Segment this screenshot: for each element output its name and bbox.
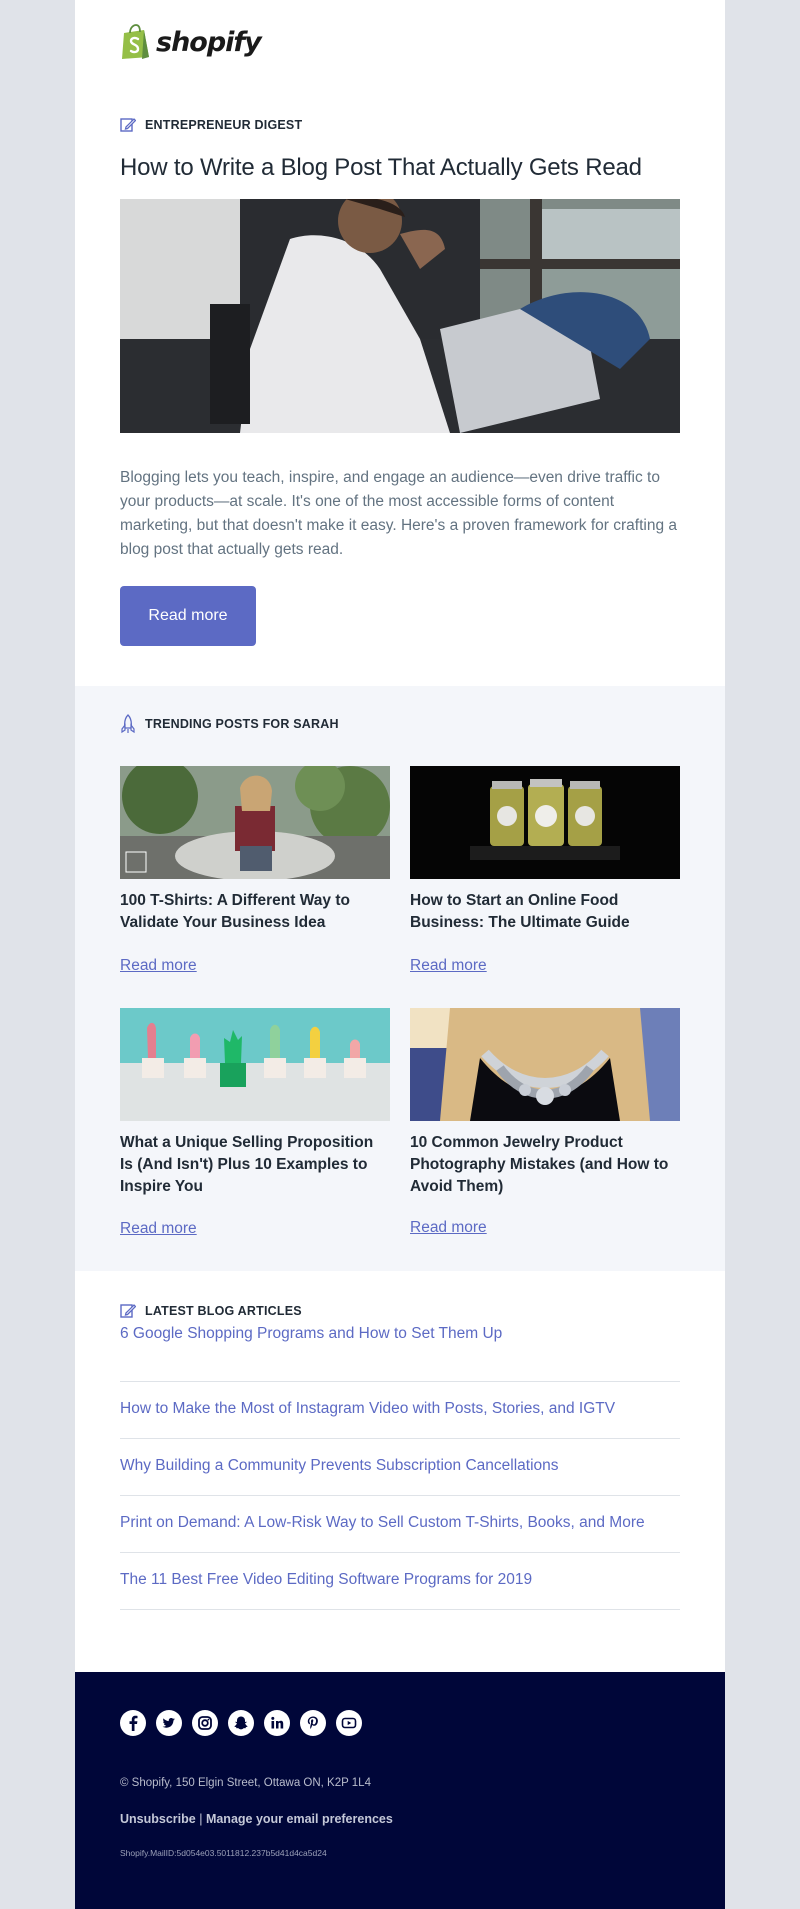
snapchat-icon[interactable] bbox=[228, 1710, 254, 1736]
footer-separator: | bbox=[199, 1812, 203, 1826]
pinterest-icon[interactable] bbox=[300, 1710, 326, 1736]
list-item: The 11 Best Free Video Editing Software … bbox=[120, 1553, 680, 1610]
shopify-logo[interactable]: shopify bbox=[120, 24, 262, 60]
card-image-food[interactable] bbox=[410, 766, 680, 879]
card-image-jewelry[interactable] bbox=[410, 1008, 680, 1121]
footer: © Shopify, 150 Elgin Street, Ottawa ON, … bbox=[75, 1672, 725, 1909]
trending-section-header: TRENDING POSTS FOR SARAH bbox=[120, 714, 339, 734]
trending-section: TRENDING POSTS FOR SARAH 100 T-Shirts: A… bbox=[75, 686, 725, 1271]
card-title[interactable]: 10 Common Jewelry Product Photography Mi… bbox=[410, 1132, 680, 1198]
list-item: 6 Google Shopping Programs and How to Se… bbox=[120, 1325, 680, 1382]
hero-image[interactable] bbox=[120, 199, 680, 433]
twitter-icon[interactable] bbox=[156, 1710, 182, 1736]
facebook-icon[interactable] bbox=[120, 1710, 146, 1736]
logo-wordmark: shopify bbox=[156, 26, 262, 58]
card-image-tshirt[interactable] bbox=[120, 766, 390, 879]
shopify-bag-icon bbox=[122, 24, 149, 59]
latest-section-header: LATEST BLOG ARTICLES bbox=[120, 1303, 302, 1319]
digest-section-header: ENTREPRENEUR DIGEST bbox=[120, 117, 302, 133]
unsubscribe-link[interactable]: Unsubscribe bbox=[120, 1812, 196, 1826]
rocket-icon bbox=[121, 714, 135, 734]
card-read-more-link[interactable]: Read more bbox=[120, 1220, 197, 1238]
latest-section-label: LATEST BLOG ARTICLES bbox=[145, 1304, 302, 1318]
edit-icon bbox=[120, 1304, 136, 1318]
social-links bbox=[120, 1710, 372, 1736]
trending-card[interactable]: 100 T-Shirts: A Different Way to Validat… bbox=[120, 766, 390, 986]
card-title[interactable]: How to Start an Online Food Business: Th… bbox=[410, 890, 680, 934]
article-link[interactable]: How to Make the Most of Instagram Video … bbox=[120, 1400, 615, 1418]
youtube-icon[interactable] bbox=[336, 1710, 362, 1736]
article-link[interactable]: 6 Google Shopping Programs and How to Se… bbox=[120, 1325, 502, 1343]
trending-card[interactable]: 10 Common Jewelry Product Photography Mi… bbox=[410, 1008, 680, 1248]
card-read-more-link[interactable]: Read more bbox=[410, 1219, 487, 1237]
card-title[interactable]: 100 T-Shirts: A Different Way to Validat… bbox=[120, 890, 390, 934]
trending-section-label: TRENDING POSTS FOR SARAH bbox=[145, 717, 339, 731]
intro-paragraph: Blogging lets you teach, inspire, and en… bbox=[120, 469, 677, 558]
footer-address: © Shopify, 150 Elgin Street, Ottawa ON, … bbox=[120, 1777, 371, 1789]
manage-preferences-link[interactable]: Manage your email preferences bbox=[206, 1812, 393, 1826]
edit-icon bbox=[120, 118, 136, 132]
card-title[interactable]: What a Unique Selling Proposition Is (An… bbox=[120, 1132, 390, 1198]
trending-card[interactable]: How to Start an Online Food Business: Th… bbox=[410, 766, 680, 986]
article-link[interactable]: Print on Demand: A Low-Risk Way to Sell … bbox=[120, 1514, 645, 1532]
article-link[interactable]: The 11 Best Free Video Editing Software … bbox=[120, 1571, 532, 1589]
digest-section-label: ENTREPRENEUR DIGEST bbox=[145, 118, 303, 132]
card-image-usp[interactable] bbox=[120, 1008, 390, 1121]
latest-articles-list: 6 Google Shopping Programs and How to Se… bbox=[120, 1325, 680, 1610]
article-link[interactable]: Why Building a Community Prevents Subscr… bbox=[120, 1457, 559, 1475]
list-item: Why Building a Community Prevents Subscr… bbox=[120, 1439, 680, 1496]
footer-preferences: Unsubscribe | Manage your email preferen… bbox=[120, 1812, 393, 1826]
trending-card[interactable]: What a Unique Selling Proposition Is (An… bbox=[120, 1008, 390, 1248]
hero-title[interactable]: How to Write a Blog Post That Actually G… bbox=[120, 154, 680, 182]
list-item: Print on Demand: A Low-Risk Way to Sell … bbox=[120, 1496, 680, 1553]
card-read-more-link[interactable]: Read more bbox=[120, 957, 197, 975]
card-read-more-link[interactable]: Read more bbox=[410, 957, 487, 975]
email-body: shopify ENTREPRENEUR DIGEST How to Write… bbox=[75, 0, 725, 1909]
list-item: How to Make the Most of Instagram Video … bbox=[120, 1382, 680, 1439]
mail-id: Shopify.MailID:5d054e03.5011812.237b5d41… bbox=[120, 1848, 327, 1858]
linkedin-icon[interactable] bbox=[264, 1710, 290, 1736]
read-more-button[interactable]: Read more bbox=[120, 586, 256, 646]
instagram-icon[interactable] bbox=[192, 1710, 218, 1736]
hero-photo bbox=[120, 199, 680, 433]
